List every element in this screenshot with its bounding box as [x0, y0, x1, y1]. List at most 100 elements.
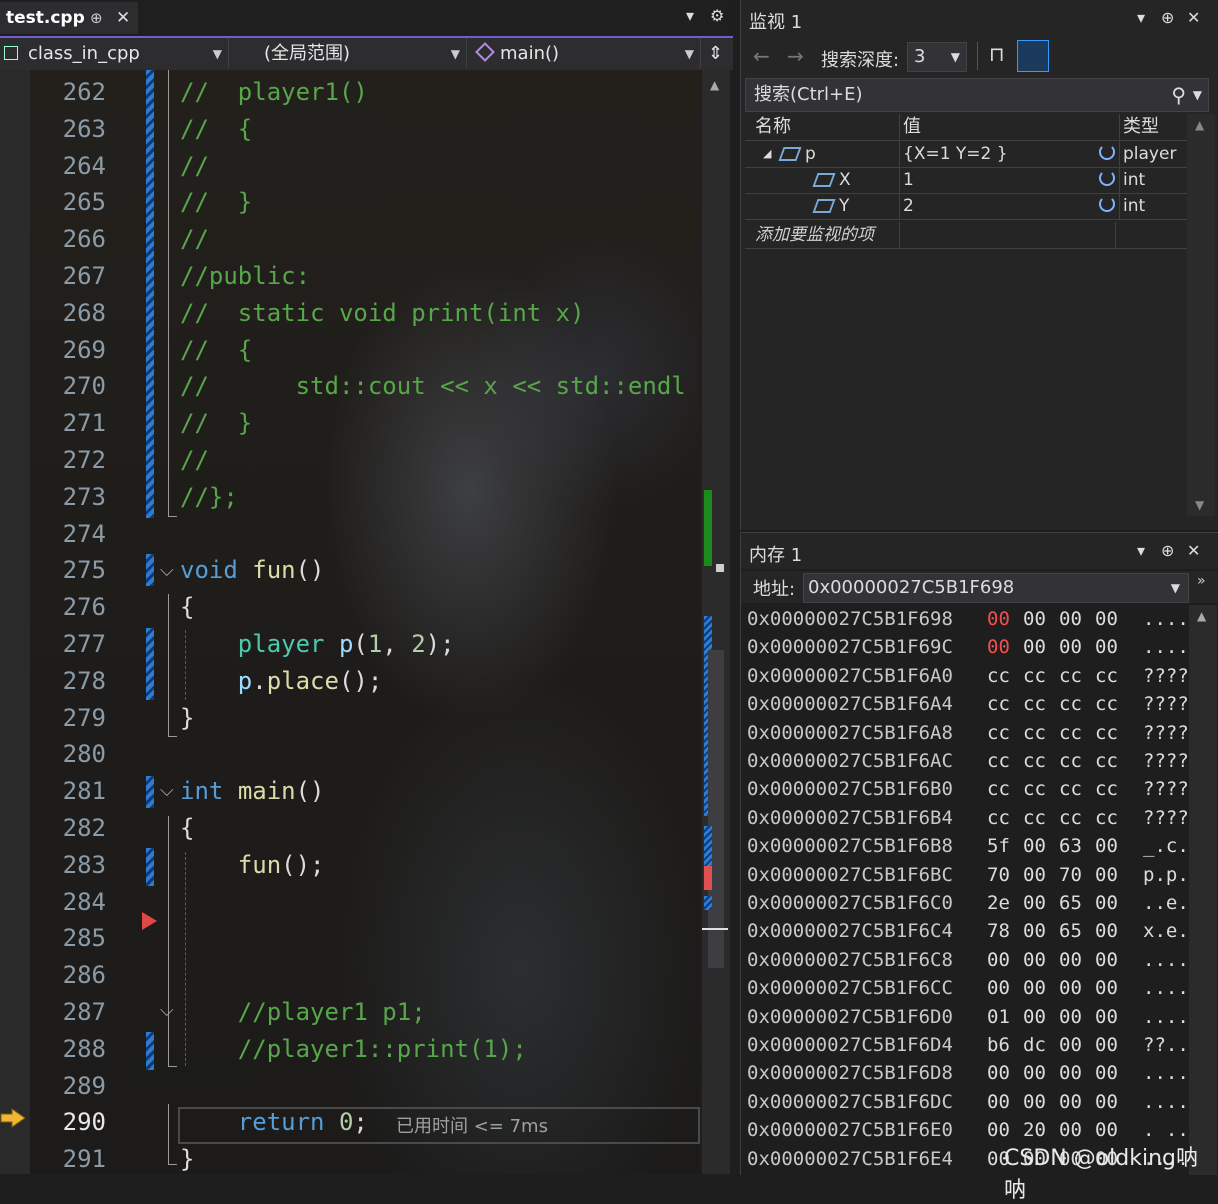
memory-row[interactable]: 0x00000027C5B1F6C8 00 00 00 00.... — [747, 946, 1189, 975]
watch-value-cell[interactable]: {X=1 Y=2 } — [899, 141, 1120, 167]
code-text[interactable]: } — [180, 1141, 194, 1174]
memory-row[interactable]: 0x00000027C5B1F6A8 cc cc cc cc???? — [747, 719, 1189, 748]
search-icon[interactable]: ⚲ — [1171, 79, 1186, 111]
watch-row[interactable]: ◢ p {X=1 Y=2 } player — [745, 141, 1187, 168]
memory-byte[interactable]: 00 — [1095, 917, 1118, 946]
close-tab-icon[interactable]: ✕ — [116, 2, 130, 34]
memory-row[interactable]: 0x00000027C5B1F6C4 78 00 65 00 x.e. — [747, 917, 1189, 946]
code-line[interactable]: 282 { — [0, 810, 700, 847]
memory-byte[interactable]: cc — [987, 747, 1010, 776]
memory-byte[interactable]: 00 — [1059, 1031, 1082, 1060]
memory-byte[interactable]: cc — [1059, 775, 1082, 804]
code-line[interactable]: 280 — [0, 736, 700, 773]
code-text[interactable]: { — [180, 589, 194, 626]
memory-byte[interactable]: 00 — [1095, 832, 1118, 861]
perf-tip[interactable]: 已用时间 <= 7ms — [396, 1112, 548, 1138]
add-watch-placeholder[interactable]: 添加要监视的项 — [755, 222, 900, 248]
code-line[interactable]: 289 — [0, 1068, 700, 1105]
watch-name-cell[interactable]: ◢ p — [755, 141, 900, 167]
pin-window-icon[interactable]: ⊕ — [1161, 541, 1174, 560]
code-line[interactable]: 278 p.place(); — [0, 663, 700, 700]
memory-byte[interactable]: cc — [987, 719, 1010, 748]
memory-byte[interactable]: 00 — [1059, 1088, 1082, 1117]
collapse-chevron-icon[interactable]: ⌵ — [160, 1000, 174, 1021]
memory-byte[interactable]: cc — [987, 690, 1010, 719]
memory-byte[interactable]: cc — [1095, 662, 1118, 691]
memory-byte[interactable]: cc — [1095, 775, 1118, 804]
editor-scrollbar[interactable]: ▲ — [702, 70, 730, 1174]
memory-row[interactable]: 0x00000027C5B1F6A4 cc cc cc cc???? — [747, 690, 1189, 719]
toolbar-overflow-icon[interactable]: » — [1197, 573, 1206, 589]
memory-byte[interactable]: 00 — [987, 946, 1010, 975]
memory-byte[interactable]: cc — [1023, 662, 1046, 691]
scroll-up-icon[interactable]: ▲ — [710, 78, 719, 92]
memory-byte[interactable]: 63 — [1059, 832, 1082, 861]
memory-row[interactable]: 0x00000027C5B1F6C0 2e 00 65 00 ..e. — [747, 889, 1189, 918]
memory-byte[interactable]: cc — [1023, 804, 1046, 833]
memory-byte[interactable]: dc — [1023, 1031, 1046, 1060]
scroll-up-icon[interactable]: ▲ — [1197, 609, 1206, 623]
split-editor-icon[interactable]: ⇕ — [708, 38, 723, 70]
code-text[interactable]: // player1() — [180, 74, 368, 111]
memory-row[interactable]: 0x00000027C5B1F6D4 b6 dc 00 00??.. — [747, 1031, 1189, 1060]
memory-byte[interactable]: 00 — [1023, 1088, 1046, 1117]
code-text[interactable]: void fun() — [180, 552, 325, 589]
watch-add-row[interactable]: 添加要监视的项 — [745, 222, 1187, 249]
watch-name-cell[interactable]: Y — [755, 193, 900, 219]
memory-byte[interactable]: cc — [1023, 747, 1046, 776]
column-header-type[interactable]: 类型 — [1119, 114, 1191, 140]
memory-byte[interactable]: 2e — [987, 889, 1010, 918]
pin-to-source-icon[interactable]: ⊓ — [989, 42, 1005, 66]
memory-row[interactable]: 0x00000027C5B1F6BC 70 00 70 00 p.p. — [747, 861, 1189, 890]
memory-byte[interactable]: cc — [1059, 804, 1082, 833]
code-text[interactable]: p.place(); — [180, 663, 383, 700]
memory-byte[interactable]: cc — [987, 804, 1010, 833]
code-text[interactable]: //player1 p1; — [180, 994, 426, 1031]
tab-test-cpp[interactable]: test.cpp ⊕ ✕ — [0, 2, 138, 34]
memory-byte[interactable]: 01 — [987, 1003, 1010, 1032]
code-line[interactable]: 267 //public: — [0, 258, 700, 295]
memory-byte[interactable]: 00 — [1059, 605, 1082, 634]
code-text[interactable]: } — [180, 700, 194, 737]
code-text[interactable]: int main() — [180, 773, 325, 810]
chevron-down-icon[interactable]: ▼ — [1171, 574, 1180, 602]
memory-byte[interactable]: 00 — [987, 633, 1010, 662]
code-area[interactable]: 262// player1() 263// {264//265// } 266//2… — [0, 70, 700, 1174]
member-dropdown[interactable]: main() ▼ — [470, 38, 701, 68]
memory-row[interactable]: 0x00000027C5B1F6DC 00 00 00 00.... — [747, 1088, 1189, 1117]
watch-row[interactable]: X 1 int — [745, 167, 1187, 194]
memory-byte[interactable]: 00 — [1095, 1003, 1118, 1032]
scope-dropdown[interactable]: (全局范围) ▼ — [232, 38, 467, 68]
memory-byte[interactable]: 00 — [1023, 605, 1046, 634]
memory-byte[interactable]: cc — [987, 662, 1010, 691]
memory-byte[interactable]: 00 — [1095, 861, 1118, 890]
code-text[interactable]: // std::cout << x << std::endl — [180, 368, 686, 405]
code-text[interactable]: // } — [180, 184, 252, 221]
chevron-down-icon[interactable]: ▼ — [1193, 79, 1202, 111]
code-line[interactable]: 274 — [0, 516, 700, 553]
memory-byte[interactable]: cc — [1059, 719, 1082, 748]
memory-byte[interactable]: 00 — [987, 974, 1010, 1003]
memory-row[interactable]: 0x00000027C5B1F6A0 cc cc cc cc???? — [747, 662, 1189, 691]
project-dropdown[interactable]: class_in_cpp ▼ — [0, 38, 229, 68]
address-input[interactable]: 0x00000027C5B1F698 ▼ — [803, 573, 1189, 603]
memory-byte[interactable]: 00 — [1023, 633, 1046, 662]
collapse-chevron-icon[interactable]: ⌵ — [160, 560, 174, 581]
memory-byte[interactable]: 00 — [1023, 917, 1046, 946]
memory-byte[interactable]: 78 — [987, 917, 1010, 946]
code-line[interactable]: 271 // } — [0, 405, 700, 442]
watch-scrollbar[interactable]: ▲ ▼ — [1187, 114, 1215, 516]
memory-byte[interactable]: cc — [1095, 747, 1118, 776]
code-line[interactable]: 279} — [0, 700, 700, 737]
code-line[interactable]: 273 //}; — [0, 479, 700, 516]
window-position-dropdown-icon[interactable]: ▾ — [1137, 541, 1145, 560]
memory-byte[interactable]: 65 — [1059, 889, 1082, 918]
code-line[interactable]: 291} — [0, 1141, 700, 1174]
memory-byte[interactable]: 70 — [1059, 861, 1082, 890]
memory-byte[interactable]: 00 — [1023, 974, 1046, 1003]
code-text[interactable]: //player1::print(1); — [180, 1031, 527, 1068]
scroll-thumb[interactable] — [708, 650, 724, 968]
memory-byte[interactable]: 00 — [1023, 1059, 1046, 1088]
gear-icon[interactable]: ⚙ — [710, 6, 724, 25]
code-text[interactable]: player p(1, 2); — [180, 626, 455, 663]
